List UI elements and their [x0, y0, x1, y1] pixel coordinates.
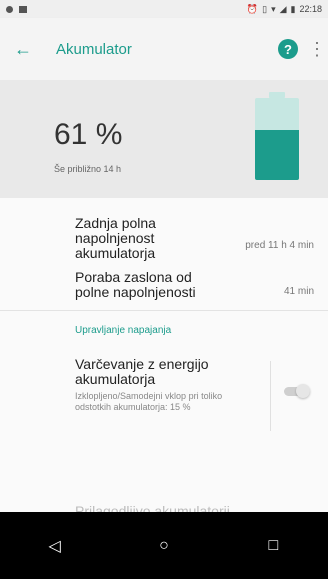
nav-recent-button[interactable]: □: [253, 526, 293, 566]
navigation-bar: ◁ ○ □: [0, 512, 328, 579]
back-arrow-icon: ←: [14, 38, 32, 59]
notification-icon: [6, 5, 13, 13]
battery-settings-list: Zadnja polna napolnjenost akumulatorja p…: [0, 198, 328, 451]
screen-usage-row[interactable]: Poraba zaslona od polne napolnjenosti 41…: [0, 264, 328, 310]
page-title: Akumulator: [56, 40, 132, 58]
last-full-charge-row[interactable]: Zadnja polna napolnjenost akumulatorja p…: [0, 198, 328, 264]
back-button[interactable]: ←: [10, 36, 36, 62]
section-title: Upravljanje napajanja: [75, 325, 172, 336]
battery-header: 61 % Še približno 14 h: [0, 80, 328, 198]
screen-usage-label: Poraba zaslona od polne napolnjenosti: [75, 269, 196, 300]
nav-back-icon: ◁: [48, 537, 61, 555]
last-full-charge-value: pred 11 h 4 min: [245, 240, 314, 251]
status-time: 22:18: [299, 4, 322, 14]
vibrate-icon: ▯: [262, 3, 268, 14]
battery-saver-label: Varčevanje z energijo akumulatorja: [75, 356, 209, 387]
power-management-section: Upravljanje napajanja: [0, 311, 328, 351]
battery-saver-row[interactable]: Varčevanje z energijo akumulatorja Izklo…: [0, 351, 328, 451]
notification-icon-2: [19, 5, 27, 13]
battery-level-icon: [255, 92, 299, 180]
battery-remaining: Še približno 14 h: [54, 164, 122, 174]
alarm-icon: ⏰: [246, 3, 259, 14]
nav-home-icon: ○: [159, 536, 169, 554]
nav-back-button[interactable]: ◁: [35, 526, 75, 566]
nav-home-button[interactable]: ○: [144, 526, 184, 566]
help-icon[interactable]: ?: [278, 39, 298, 59]
battery-percent: 61 %: [54, 118, 123, 151]
toggle-thumb: [296, 384, 310, 398]
row-separator: [270, 361, 271, 431]
signal-icon: ◢: [279, 3, 287, 14]
battery-body: [255, 98, 299, 180]
battery-fill: [255, 129, 299, 180]
battery-saver-description: Izklopljeno/Samodejni vklop pri toliko o…: [75, 391, 223, 412]
app-bar: ← Akumulator ? ⋮: [0, 18, 328, 80]
last-full-charge-label: Zadnja polna napolnjenost akumulatorja: [75, 215, 156, 261]
battery-icon: ▮: [290, 3, 296, 14]
screen-usage-value: 41 min: [283, 286, 314, 297]
more-options-icon[interactable]: ⋮: [308, 39, 326, 60]
battery-saver-toggle[interactable]: [284, 384, 312, 398]
nav-recent-icon: □: [268, 536, 279, 554]
status-bar: ⏰ ▯ ▾ ◢ ▮ 22:18: [0, 0, 328, 18]
wifi-icon: ▾: [271, 3, 276, 14]
